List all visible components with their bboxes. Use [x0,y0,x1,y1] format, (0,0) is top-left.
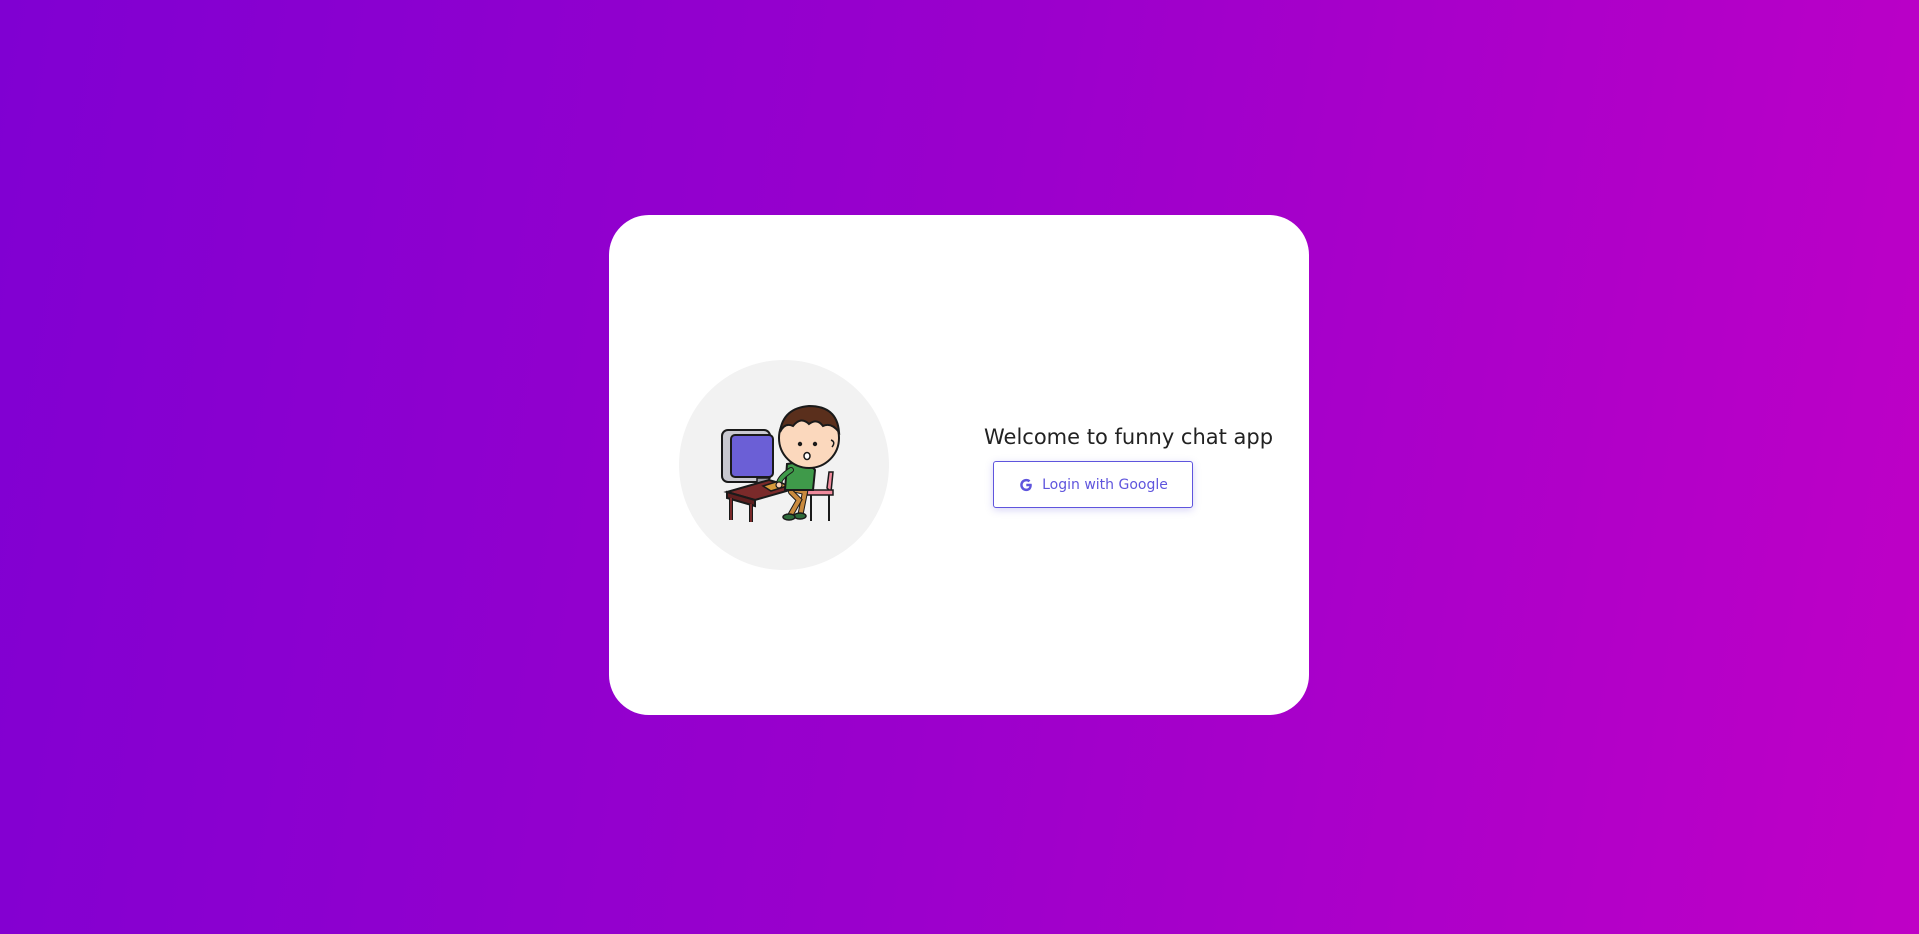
login-with-google-button[interactable]: Login with Google [993,461,1193,508]
illustration-avatar [679,360,889,570]
person-at-computer-illustration [721,404,841,522]
login-card: Welcome to funny chat app Login with Goo… [609,215,1309,715]
login-panel: Welcome to funny chat app Login with Goo… [984,422,1274,508]
welcome-title: Welcome to funny chat app [984,425,1274,449]
login-with-google-label: Login with Google [1042,476,1168,493]
google-icon [1018,477,1034,493]
